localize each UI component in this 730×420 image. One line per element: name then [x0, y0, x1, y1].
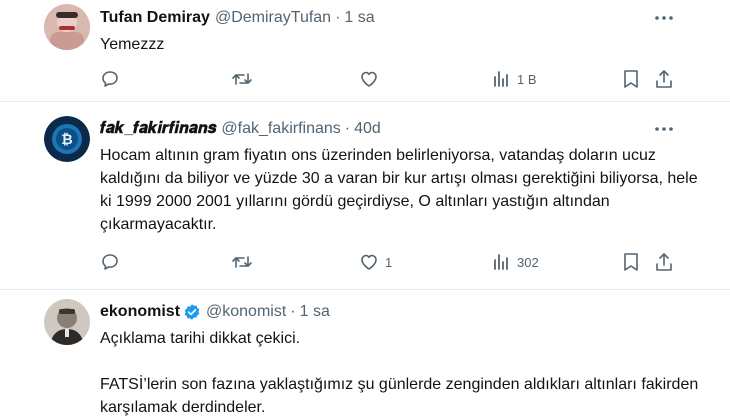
- display-name[interactable]: 𝒇𝒂𝒌_𝒇𝒂𝒌𝒊𝒓𝒇𝒊𝒏𝒂𝒏𝒔: [100, 119, 216, 139]
- more-options-icon[interactable]: [652, 8, 676, 28]
- timestamp[interactable]: 1 sa: [344, 8, 374, 28]
- separator-dot: ·: [335, 9, 341, 26]
- heart-icon: [361, 254, 377, 270]
- share-icon: [656, 253, 672, 271]
- share-icon: [656, 70, 672, 88]
- separator-dot: ·: [290, 303, 296, 320]
- share-button[interactable]: [655, 67, 673, 91]
- view-count: 302: [517, 254, 539, 270]
- views-button[interactable]: 302: [491, 250, 539, 274]
- tweet-text: Yemezzz: [100, 36, 165, 53]
- tweet-1[interactable]: Tufan Demiray @DemirayTufan · 1 sa Yemez…: [0, 0, 730, 100]
- user-handle[interactable]: @fak_fakirfinans: [221, 119, 340, 139]
- timestamp[interactable]: 40d: [354, 119, 381, 139]
- tweet-header: ekonomist @konomist · 1 sa: [100, 302, 330, 322]
- user-handle[interactable]: @DemirayTufan: [215, 8, 331, 28]
- bookmark-button[interactable]: [622, 67, 640, 91]
- share-button[interactable]: [655, 250, 673, 274]
- retweet-icon: [232, 73, 252, 85]
- action-bar: 1 B: [0, 67, 730, 91]
- retweet-button[interactable]: [231, 250, 259, 274]
- avatar[interactable]: [44, 299, 90, 345]
- tweet-3[interactable]: ekonomist @konomist · 1 sa Açıklama tari…: [0, 290, 730, 420]
- action-bar: 1 302: [0, 250, 730, 274]
- tweet-header: Tufan Demiray @DemirayTufan · 1 sa: [100, 8, 375, 28]
- bookmark-button[interactable]: [622, 250, 640, 274]
- view-count: 1 B: [517, 71, 537, 87]
- tweet-text: Hocam altının gram fiyatın ons üzerinden…: [100, 147, 703, 233]
- user-handle[interactable]: @konomist: [206, 302, 286, 322]
- like-button[interactable]: [359, 67, 385, 91]
- bookmark-icon: [624, 253, 638, 271]
- heart-icon: [361, 71, 377, 87]
- retweet-button[interactable]: [231, 67, 259, 91]
- bookmark-icon: [624, 70, 638, 88]
- separator-dot: ·: [344, 120, 351, 137]
- verified-badge-icon: [184, 304, 200, 320]
- views-chart-icon: [494, 254, 508, 270]
- reply-icon: [102, 71, 118, 87]
- reply-button[interactable]: [100, 250, 126, 274]
- svg-text:₿: ₿: [61, 132, 72, 148]
- views-chart-icon: [494, 71, 508, 87]
- avatar[interactable]: [44, 4, 90, 50]
- more-options-icon[interactable]: [652, 119, 676, 139]
- retweet-icon: [232, 256, 252, 268]
- avatar[interactable]: ₿: [44, 116, 90, 162]
- reply-button[interactable]: [100, 67, 126, 91]
- tweet-header: 𝒇𝒂𝒌_𝒇𝒂𝒌𝒊𝒓𝒇𝒊𝒏𝒂𝒏𝒔 @fak_fakirfinans · 40d: [100, 119, 381, 139]
- display-name[interactable]: ekonomist: [100, 302, 180, 322]
- like-button[interactable]: 1: [359, 250, 392, 274]
- display-name[interactable]: Tufan Demiray: [100, 8, 210, 28]
- tweet-text: Açıklama tarihi dikkat çekici. FATSİ’ler…: [100, 330, 699, 416]
- reply-icon: [102, 254, 118, 270]
- like-count: 1: [385, 254, 393, 270]
- timestamp[interactable]: 1 sa: [300, 302, 330, 322]
- tweet-2[interactable]: ₿ 𝒇𝒂𝒌_𝒇𝒂𝒌𝒊𝒓𝒇𝒊𝒏𝒂𝒏𝒔 @fak_fakirfinans · 40d…: [0, 102, 730, 289]
- views-button[interactable]: 1 B: [491, 67, 537, 91]
